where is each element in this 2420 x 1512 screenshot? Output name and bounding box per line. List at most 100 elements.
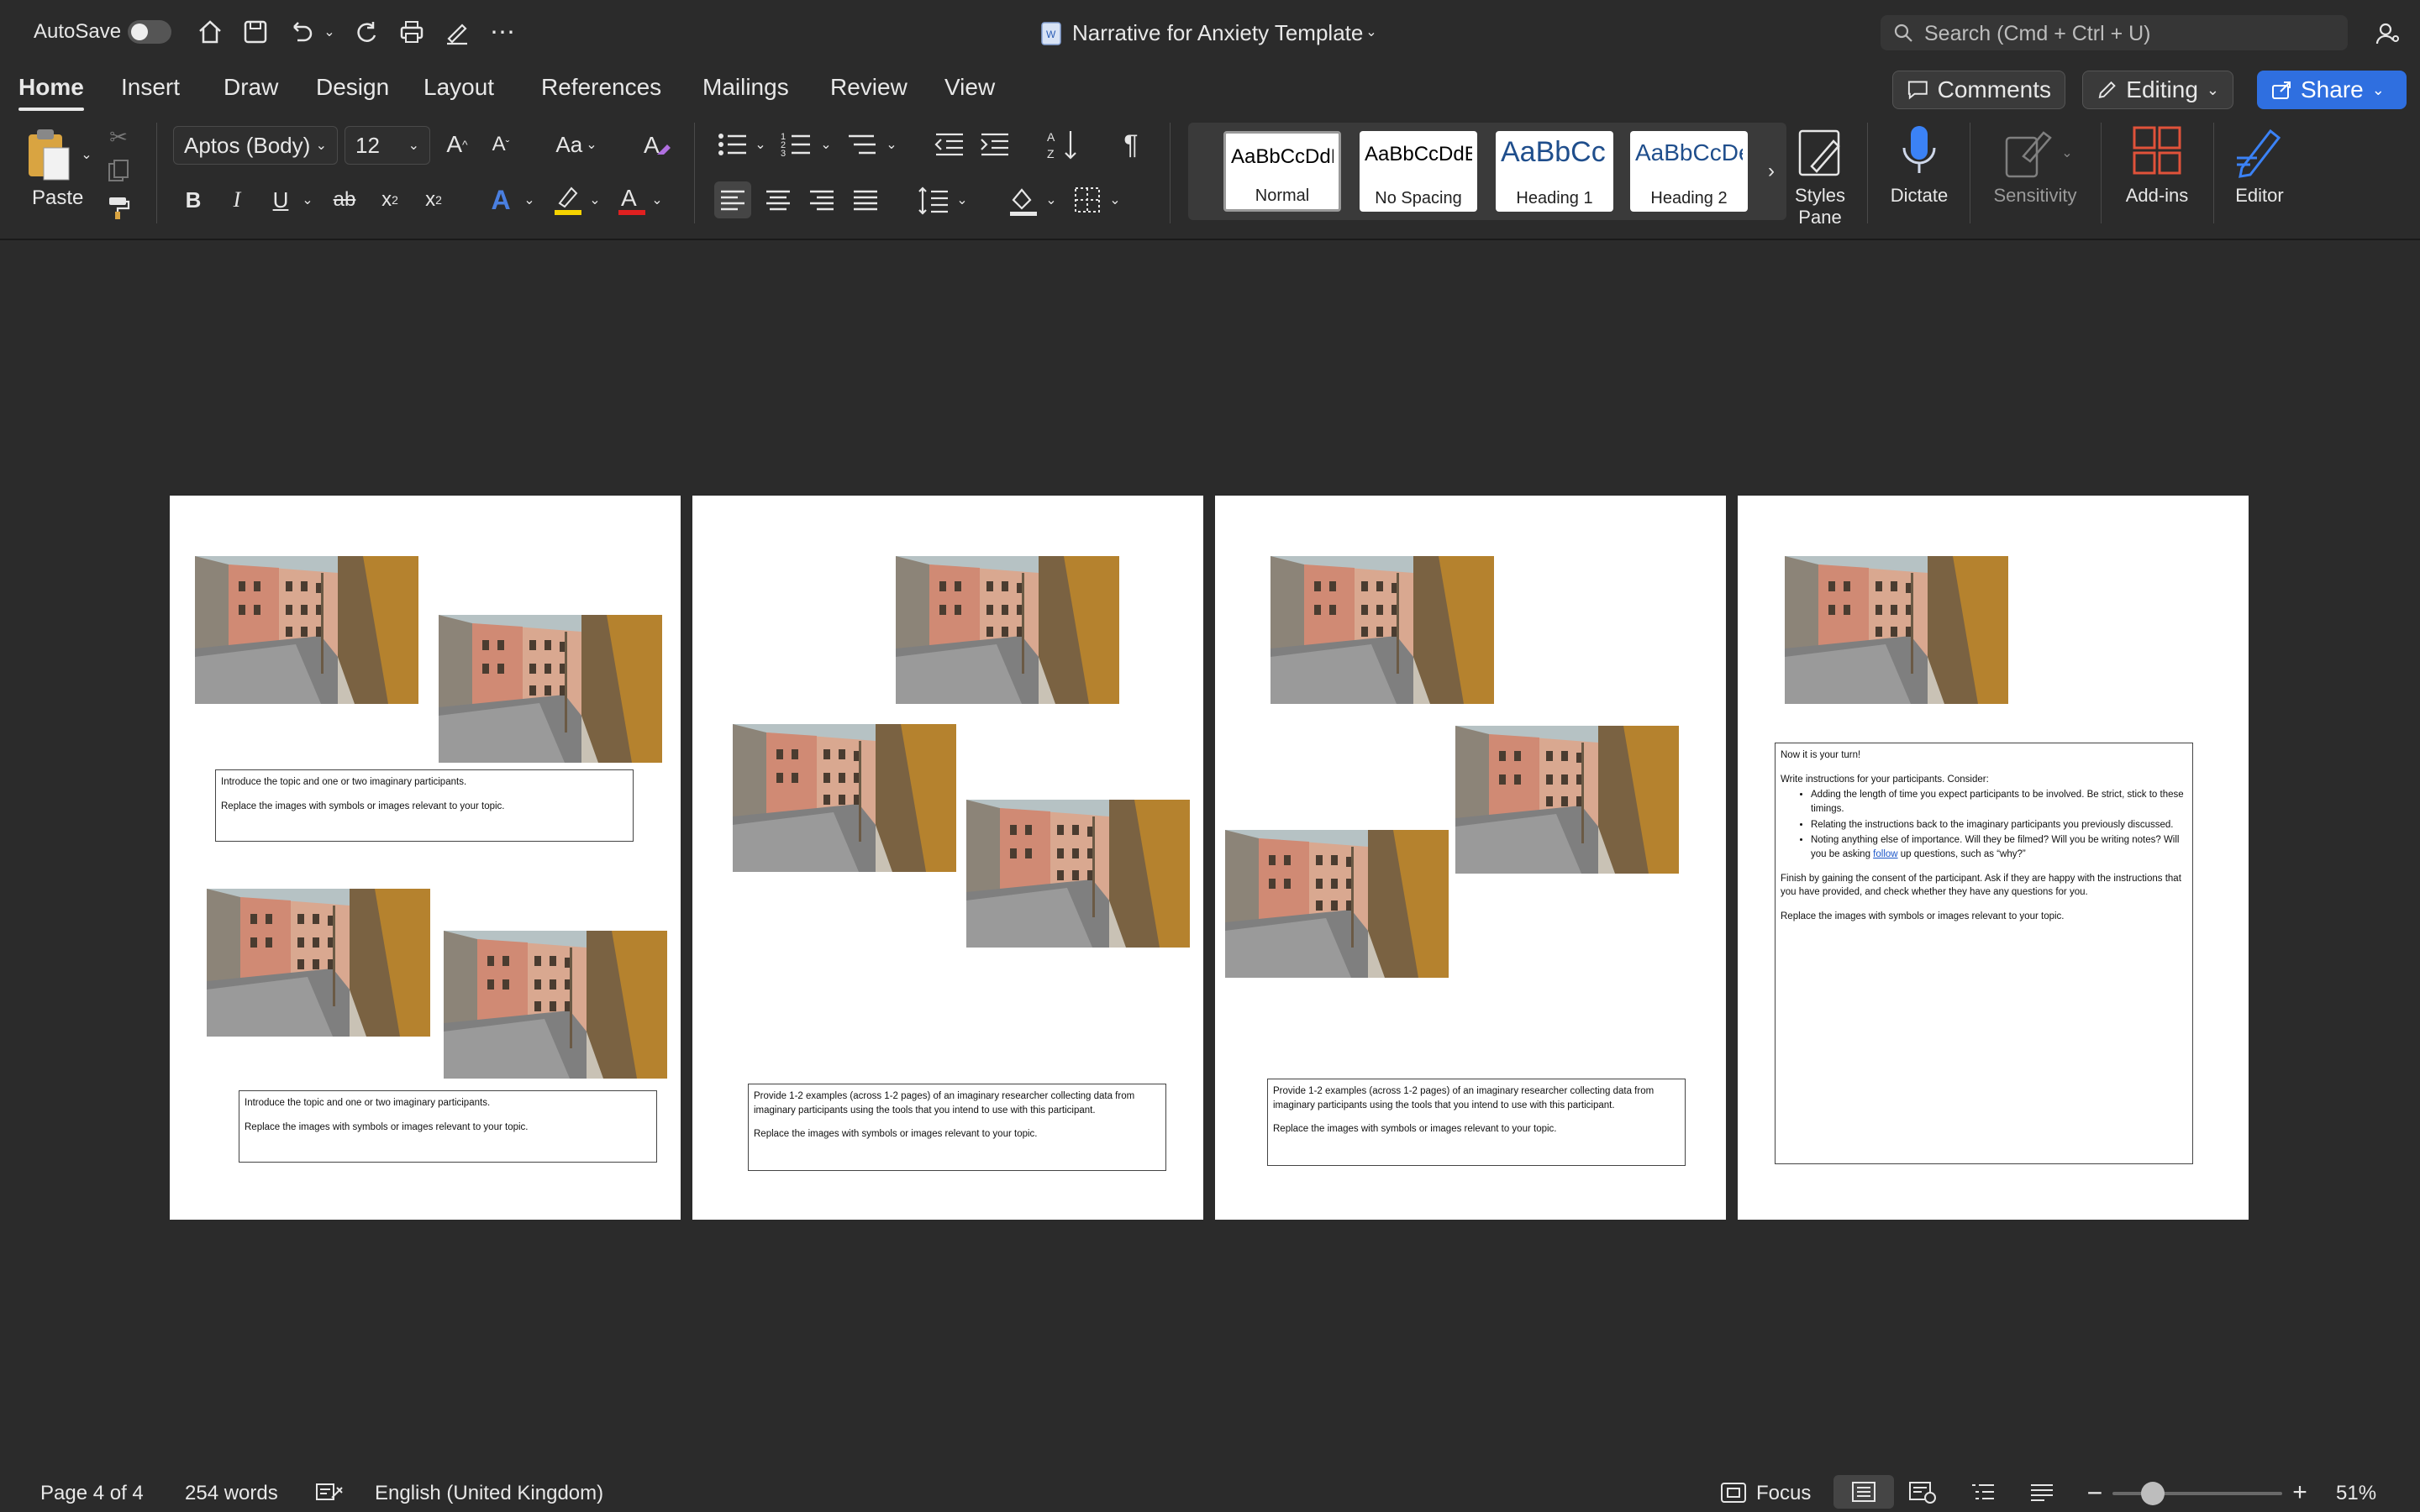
superscript-icon[interactable]: x2 [417, 183, 450, 217]
draft-view-icon[interactable] [2025, 1478, 2059, 1507]
copy-icon[interactable] [104, 156, 133, 185]
italic-icon[interactable]: I [220, 183, 254, 217]
street-photo[interactable] [195, 556, 418, 704]
page-3[interactable]: Provide 1-2 examples (across 1-2 pages) … [1215, 496, 1726, 1220]
change-case-icon[interactable]: Aa ⌄ [551, 128, 602, 161]
print-layout-view-icon[interactable] [1833, 1475, 1894, 1509]
dictate-microphone-icon[interactable] [1897, 123, 1941, 181]
highlight-chevron-icon[interactable]: ⌄ [587, 190, 603, 210]
zoom-in-icon[interactable]: + [2287, 1478, 2312, 1507]
street-photo[interactable] [966, 800, 1190, 948]
search-box[interactable]: Search (Cmd + Ctrl + U) [1881, 15, 2348, 50]
zoom-out-icon[interactable]: − [2082, 1478, 2107, 1508]
subscript-icon[interactable]: x2 [373, 183, 407, 217]
page-1[interactable]: Introduce the topic and one or two imagi… [170, 496, 681, 1220]
undo-dropdown-chevron-icon[interactable]: ⌄ [321, 22, 338, 42]
borders-chevron-icon[interactable]: ⌄ [1107, 190, 1123, 210]
style-heading-1[interactable]: AaBbCc Heading 1 [1496, 131, 1613, 212]
street-photo[interactable] [1455, 726, 1679, 874]
align-right-icon[interactable] [803, 181, 840, 218]
add-ins-icon[interactable] [2131, 124, 2183, 176]
street-photo[interactable] [207, 889, 430, 1037]
style-heading-2[interactable]: AaBbCcDe Heading 2 [1630, 131, 1748, 212]
format-painter-icon[interactable] [104, 193, 133, 222]
save-icon[interactable] [239, 15, 272, 49]
text-effects-chevron-icon[interactable]: ⌄ [521, 190, 538, 210]
draw-pen-icon[interactable] [440, 15, 474, 49]
multilevel-list-icon[interactable] [845, 128, 879, 161]
undo-icon[interactable] [284, 15, 318, 49]
cut-icon[interactable]: ✂ [104, 123, 133, 151]
sensitivity-icon[interactable] [2003, 124, 2054, 180]
zoom-level[interactable]: 51% [2336, 1482, 2376, 1505]
redo-icon[interactable] [350, 15, 383, 49]
page-count[interactable]: Page 4 of 4 [40, 1482, 144, 1505]
document-canvas[interactable]: Introduce the topic and one or two imagi… [0, 240, 2420, 1473]
street-photo[interactable] [1785, 556, 2008, 704]
style-no-spacing[interactable]: AaBbCcDdEe No Spacing [1360, 131, 1477, 212]
street-photo[interactable] [444, 931, 667, 1079]
instruction-text-box[interactable]: Introduce the topic and one or two imagi… [239, 1090, 657, 1163]
font-name-dropdown[interactable]: Aptos (Body) ⌄ [173, 126, 338, 165]
borders-icon[interactable] [1069, 181, 1106, 218]
clear-formatting-icon[interactable]: A [639, 126, 676, 163]
styles-more-chevron-icon[interactable]: › [1761, 156, 1781, 186]
instruction-text-box[interactable]: Provide 1-2 examples (across 1-2 pages) … [1267, 1079, 1686, 1166]
editing-mode-button[interactable]: Editing ⌄ [2082, 71, 2233, 109]
page-2[interactable]: Provide 1-2 examples (across 1-2 pages) … [692, 496, 1203, 1220]
street-photo[interactable] [1270, 556, 1494, 704]
increase-indent-icon[interactable] [978, 128, 1012, 161]
street-photo[interactable] [439, 615, 662, 763]
print-icon[interactable] [395, 15, 429, 49]
autosave-toggle[interactable] [128, 20, 171, 44]
tab-home[interactable]: Home [18, 74, 84, 111]
spelling-flagged-word[interactable]: follow [1873, 849, 1897, 859]
zoom-slider[interactable] [2112, 1492, 2282, 1495]
street-photo[interactable] [1225, 830, 1449, 978]
word-count[interactable]: 254 words [185, 1482, 278, 1505]
line-spacing-chevron-icon[interactable]: ⌄ [955, 190, 970, 210]
zoom-slider-thumb[interactable] [2141, 1482, 2165, 1505]
account-icon[interactable] [2371, 17, 2405, 50]
bold-icon[interactable]: B [176, 183, 210, 217]
title-chevron-down-icon[interactable]: ⌄ [1363, 24, 1380, 40]
highlight-color-icon[interactable] [550, 181, 587, 218]
decrease-indent-icon[interactable] [933, 128, 966, 161]
numbering-icon[interactable]: 123 [780, 128, 813, 161]
shading-chevron-icon[interactable]: ⌄ [1044, 190, 1059, 210]
underline-chevron-icon[interactable]: ⌄ [299, 190, 316, 210]
paste-icon[interactable] [24, 126, 74, 185]
underline-icon[interactable]: U [264, 183, 297, 217]
street-photo[interactable] [896, 556, 1119, 704]
editor-icon[interactable] [2233, 124, 2286, 180]
font-color-chevron-icon[interactable]: ⌄ [649, 190, 666, 210]
share-button[interactable]: Share ⌄ [2257, 71, 2407, 109]
sort-icon[interactable]: AZ [1045, 126, 1082, 163]
focus-label[interactable]: Focus [1756, 1482, 1811, 1505]
multilevel-chevron-icon[interactable]: ⌄ [884, 136, 899, 153]
style-normal[interactable]: AaBbCcDdEe Normal [1223, 131, 1341, 212]
align-left-icon[interactable] [714, 181, 751, 218]
align-center-icon[interactable] [760, 181, 797, 218]
page-4[interactable]: Now it is your turn! Write instructions … [1738, 496, 2249, 1220]
paste-chevron-down-icon[interactable]: ⌄ [79, 146, 94, 163]
bullets-icon[interactable] [716, 128, 750, 161]
show-formatting-marks-icon[interactable]: ¶ [1114, 126, 1148, 163]
comments-button[interactable]: Comments [1892, 71, 2065, 109]
tab-view[interactable]: View [944, 74, 995, 101]
home-icon[interactable] [193, 15, 227, 49]
shrink-font-icon[interactable]: Aˇ [484, 128, 518, 161]
street-photo[interactable] [733, 724, 956, 872]
focus-icon[interactable] [1719, 1480, 1748, 1505]
document-title[interactable]: Narrative for Anxiety Template [1072, 20, 1363, 46]
font-color-icon[interactable]: A [613, 181, 650, 218]
language-status[interactable]: English (United Kingdom) [375, 1482, 603, 1505]
participant-instructions-text-box[interactable]: Now it is your turn! Write instructions … [1775, 743, 2193, 1164]
shading-icon[interactable] [1005, 181, 1042, 218]
numbering-chevron-icon[interactable]: ⌄ [818, 136, 834, 153]
grow-font-icon[interactable]: A ^ [440, 128, 474, 161]
tab-review[interactable]: Review [830, 74, 908, 101]
outline-view-icon[interactable] [1966, 1478, 2000, 1507]
tab-layout[interactable]: Layout [424, 74, 494, 101]
styles-pane-icon[interactable] [1795, 126, 1847, 180]
